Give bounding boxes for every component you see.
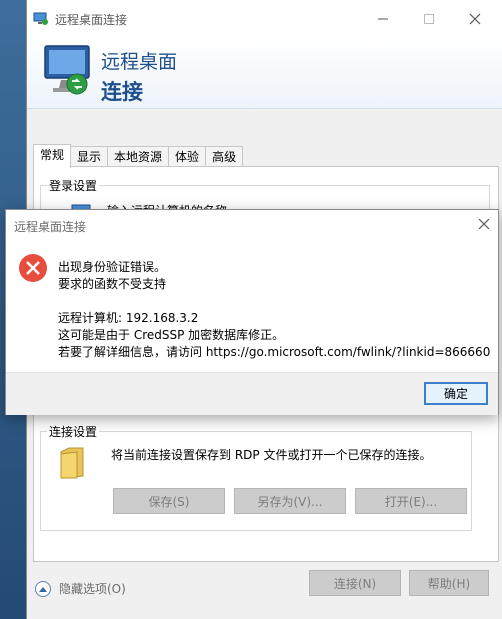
login-settings-label: 登录设置 — [47, 177, 100, 194]
connect-button[interactable]: 连接(N) — [309, 570, 401, 596]
tab-strip: 常规 显示 本地资源 体验 高级 — [33, 144, 244, 168]
close-icon — [469, 13, 481, 25]
close-button[interactable] — [455, 6, 495, 32]
credssp-cause-line: 这可能是由于 CredSSP 加密数据库修正。 — [58, 328, 285, 342]
tab-local-resources[interactable]: 本地资源 — [107, 146, 170, 168]
main-window-title: 远程桌面连接 — [55, 13, 128, 27]
tab-advanced[interactable]: 高级 — [205, 146, 244, 168]
maximize-icon — [424, 14, 434, 24]
tab-display[interactable]: 显示 — [70, 146, 109, 168]
save-button[interactable]: 保存(S) — [113, 488, 225, 514]
tab-general[interactable]: 常规 — [33, 144, 72, 168]
error-message-line2: 要求的函数不受支持 — [58, 277, 167, 291]
main-title-bar: 远程桌面连接 — [27, 0, 502, 38]
hide-options-toggle[interactable]: 隐藏选项(O) — [35, 580, 126, 597]
remote-computer-line: 远程计算机: 192.168.3.2 — [58, 311, 199, 325]
help-button[interactable]: 帮助(H) — [409, 570, 489, 596]
connection-settings-label: 连接设置 — [47, 423, 100, 440]
banner-title-line1: 远程桌面 — [101, 51, 178, 73]
connection-settings-group: 连接设置 将当前连接设置保存到 RDP 文件或打开一个已保存的连接。 保存(S)… — [40, 423, 472, 531]
hide-options-label: 隐藏选项(O) — [59, 582, 126, 596]
ok-button[interactable]: 确定 — [424, 382, 488, 405]
tab-experience[interactable]: 体验 — [168, 146, 207, 168]
error-icon — [19, 254, 47, 282]
chevron-up-icon — [35, 580, 51, 597]
more-info-line: 若要了解详细信息，请访问 https://go.microsoft.com/fw… — [58, 345, 491, 359]
dialog-close-icon[interactable] — [476, 216, 492, 232]
open-button[interactable]: 打开(E)... — [355, 488, 467, 514]
rdp-app-icon — [33, 12, 48, 25]
header-banner: 远程桌面 连接 — [27, 38, 502, 109]
minimize-button[interactable] — [363, 6, 403, 32]
dialog-footer: 确定 — [6, 372, 498, 415]
folder-icon — [60, 447, 84, 479]
error-message-line1: 出现身份验证错误。 — [58, 260, 167, 274]
dialog-title: 远程桌面连接 — [14, 220, 87, 234]
remote-desktop-monitor-icon — [44, 45, 90, 95]
maximize-button[interactable] — [409, 6, 449, 32]
banner-title-line2: 连接 — [101, 80, 143, 104]
save-as-button[interactable]: 另存为(V)... — [234, 488, 346, 514]
connection-description: 将当前连接设置保存到 RDP 文件或打开一个已保存的连接。 — [111, 448, 432, 462]
error-dialog: 远程桌面连接 出现身份验证错误。 要求的函数不受支持 远程计算机: 192.16… — [5, 209, 499, 415]
minimize-icon — [378, 18, 388, 20]
